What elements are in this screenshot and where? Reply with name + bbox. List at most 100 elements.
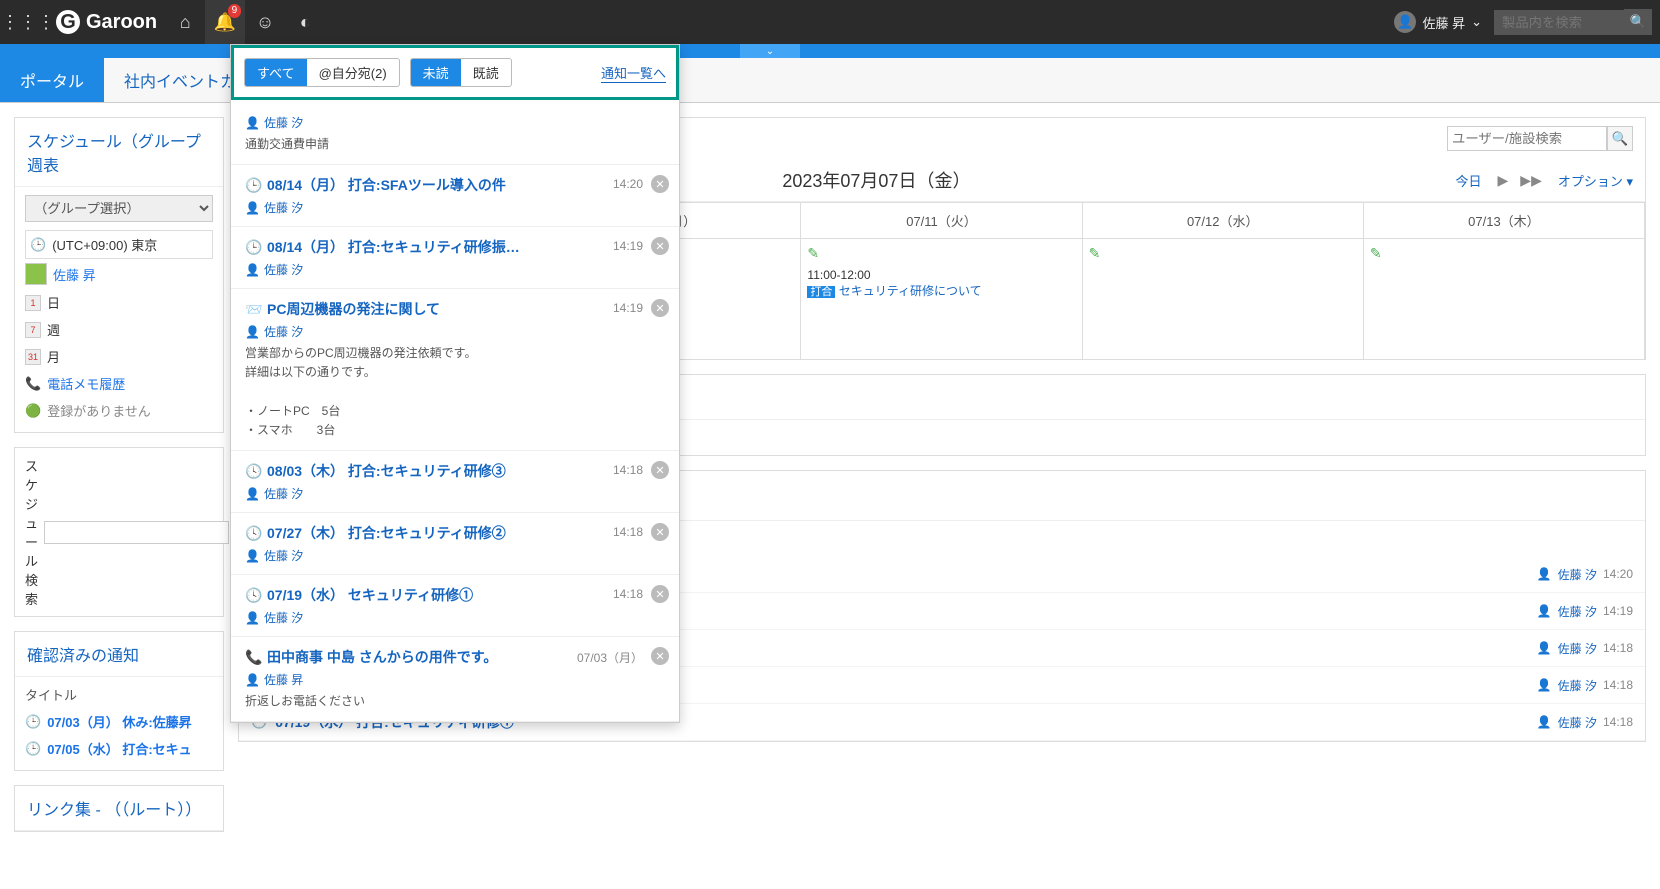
edit-icon[interactable]: ✎ [807, 245, 819, 261]
clock-icon: 🕒 [245, 177, 261, 193]
notification-title[interactable]: 🕒08/14（月） 打合:SFAツール導入の件 [245, 175, 665, 195]
options-link[interactable]: オプション ▾ [1558, 171, 1633, 190]
day-cell[interactable]: ✎ 11:00-12:00 打合 セキュリティ研修について [801, 239, 1082, 359]
sidebar-user[interactable]: 佐藤 昇 [25, 259, 213, 289]
user-menu[interactable]: 👤 佐藤 昇 ⌄ [1394, 11, 1482, 33]
user-icon: 👤 [245, 263, 260, 277]
product-search-input[interactable] [1494, 10, 1624, 35]
help-icon[interactable]: ◐ [285, 0, 325, 44]
notification-list-link[interactable]: 通知一覧へ [601, 63, 666, 83]
day-cell[interactable]: ✎ [1364, 239, 1645, 359]
today-link[interactable]: 今日 [1456, 171, 1482, 190]
group-select[interactable]: （グループ選択） [25, 195, 213, 222]
notification-title[interactable]: 🕒08/14（月） 打合:セキュリティ研修振… [245, 237, 665, 257]
close-icon[interactable]: ✕ [651, 461, 669, 479]
notification-item[interactable]: 🕓07/19（水） セキュリティ研修①👤佐藤 汐14:18✕ [231, 575, 679, 637]
expand-icon[interactable]: ⌄ [740, 44, 800, 58]
notification-body: 通勤交通費申請 [245, 135, 665, 154]
smile-icon[interactable]: ☺ [245, 0, 285, 44]
user-search-button[interactable]: 🔍 [1607, 126, 1633, 151]
notification-list[interactable]: 👤佐藤 汐通勤交通費申請🕒08/14（月） 打合:SFAツール導入の件👤佐藤 汐… [231, 100, 679, 722]
schedule-search-input[interactable] [44, 521, 229, 544]
links-title[interactable]: リンク集 - （（ルート）） [15, 786, 223, 831]
bn-row-user[interactable]: 佐藤 汐 [1558, 603, 1597, 620]
schedule-sidebar-title: スケジュール（グループ週表 [15, 118, 223, 187]
user-icon: 👤 [245, 487, 260, 501]
close-icon[interactable]: ✕ [651, 237, 669, 255]
nav-next[interactable]: ▶ [1492, 172, 1515, 189]
notification-user[interactable]: 👤佐藤 汐 [245, 609, 665, 626]
notification-title[interactable]: 📨PC周辺機器の発注に関して [245, 299, 665, 319]
event-title[interactable]: セキュリティ研修について [839, 284, 982, 298]
notification-user[interactable]: 👤佐藤 汐 [245, 199, 665, 216]
notification-body: 折返しお電話ください [245, 692, 665, 711]
close-icon[interactable]: ✕ [651, 647, 669, 665]
notification-user[interactable]: 👤佐藤 汐 [245, 485, 665, 502]
notification-title[interactable]: 🕓07/27（木） 打合:セキュリティ研修② [245, 523, 665, 543]
notification-item[interactable]: 🕒08/14（月） 打合:セキュリティ研修振… 👤佐藤 汐 14:19 ✕ [231, 227, 679, 289]
notification-item[interactable]: 📨PC周辺機器の発注に関して 👤佐藤 汐営業部からのPC周辺機器の発注依頼です。詳… [231, 289, 679, 451]
bn-row-user[interactable]: 佐藤 汐 [1558, 714, 1597, 731]
apps-icon[interactable]: ⋮⋮⋮ [8, 0, 48, 44]
notification-user[interactable]: 👤佐藤 昇 [245, 671, 665, 688]
bell-icon[interactable]: 🔔9 [205, 0, 245, 44]
tab-portal[interactable]: ポータル [0, 58, 104, 102]
notification-header: すべて @自分宛(2) 未読 既読 通知一覧へ [231, 45, 679, 100]
filter-unread[interactable]: 未読 [411, 59, 461, 86]
notification-item[interactable]: 🕒08/14（月） 打合:SFAツール導入の件👤佐藤 汐14:20✕ [231, 165, 679, 227]
confirmed-item[interactable]: 🕒07/05（水） 打合:セキュ [25, 735, 213, 762]
edit-icon[interactable]: ✎ [1370, 245, 1382, 261]
notification-user[interactable]: 👤佐藤 汐 [245, 547, 665, 564]
close-icon[interactable]: ✕ [651, 299, 669, 317]
notification-user[interactable]: 👤佐藤 汐 [245, 323, 665, 340]
user-facility-search[interactable] [1447, 126, 1607, 151]
chevron-down-icon: ⌄ [1471, 14, 1482, 30]
bn-row-time: 14:19 [1603, 604, 1633, 618]
filter-already-read[interactable]: 既読 [461, 59, 511, 86]
notification-item[interactable]: 👤佐藤 汐通勤交通費申請 [231, 100, 679, 165]
clock2-icon: 🕓 [245, 525, 261, 541]
links-panel: リンク集 - （（ルート）） [14, 785, 224, 832]
view-day[interactable]: 1日 [25, 289, 213, 316]
notification-body: 営業部からのPC周辺機器の発注依頼です。詳細は以下の通りです。・ノートPC 5台… [245, 344, 665, 440]
timezone-row: 🕒(UTC+09:00) 東京 [25, 230, 213, 259]
confirmed-item[interactable]: 🕒07/03（月） 休み:佐藤昇 [25, 708, 213, 735]
nav-last[interactable]: ▶▶ [1514, 172, 1548, 189]
user-icon: 👤 [245, 611, 260, 625]
clock2-icon: 🕓 [245, 463, 261, 479]
view-week[interactable]: 7週 [25, 316, 213, 343]
user-icon: 👤 [245, 673, 260, 687]
bn-row-user[interactable]: 佐藤 汐 [1558, 640, 1597, 657]
notification-title[interactable]: 🕓07/19（水） セキュリティ研修① [245, 585, 665, 605]
notification-user[interactable]: 👤佐藤 汐 [245, 114, 665, 131]
filter-read: 未読 既読 [410, 58, 512, 87]
close-icon[interactable]: ✕ [651, 175, 669, 193]
notification-title[interactable]: 🕓08/03（木） 打合:セキュリティ研修③ [245, 461, 665, 481]
home-icon[interactable]: ⌂ [165, 0, 205, 44]
search-button[interactable]: 🔍 [1624, 9, 1652, 35]
notification-user[interactable]: 👤佐藤 汐 [245, 261, 665, 278]
notification-item[interactable]: 🕓07/27（木） 打合:セキュリティ研修② 👤佐藤 汐 14:18 ✕ [231, 513, 679, 575]
notification-item[interactable]: 📞田中商事 中島 さんからの用件です。👤佐藤 昇折返しお電話ください07/03（… [231, 637, 679, 722]
schedule-event[interactable]: 11:00-12:00 打合 セキュリティ研修について [807, 268, 1075, 299]
view-month[interactable]: 31月 [25, 343, 213, 370]
edit-icon[interactable]: ✎ [1089, 245, 1101, 261]
bn-row-user[interactable]: 佐藤 汐 [1558, 566, 1597, 583]
presence-icon: 🟢 [25, 403, 41, 419]
close-icon[interactable]: ✕ [651, 523, 669, 541]
filter-me[interactable]: @自分宛(2) [307, 59, 399, 86]
user-name: 佐藤 昇 [1422, 13, 1465, 32]
notification-time: 14:18 [613, 525, 643, 539]
phone-icon: 📞 [245, 649, 261, 665]
notification-time: 14:19 [613, 239, 643, 253]
day-cell[interactable]: ✎ [1083, 239, 1364, 359]
bn-row-time: 14:20 [1603, 567, 1633, 581]
title-label: タイトル [25, 685, 213, 704]
user-icon: 👤 [245, 116, 260, 130]
phone-memo-link[interactable]: 📞電話メモ履歴 [25, 370, 213, 397]
filter-all[interactable]: すべて [245, 59, 307, 86]
bn-row-user[interactable]: 佐藤 汐 [1558, 677, 1597, 694]
close-icon[interactable]: ✕ [651, 585, 669, 603]
notification-item[interactable]: 🕓08/03（木） 打合:セキュリティ研修③👤佐藤 汐14:18✕ [231, 451, 679, 513]
brand-logo[interactable]: GGaroon [56, 10, 157, 34]
